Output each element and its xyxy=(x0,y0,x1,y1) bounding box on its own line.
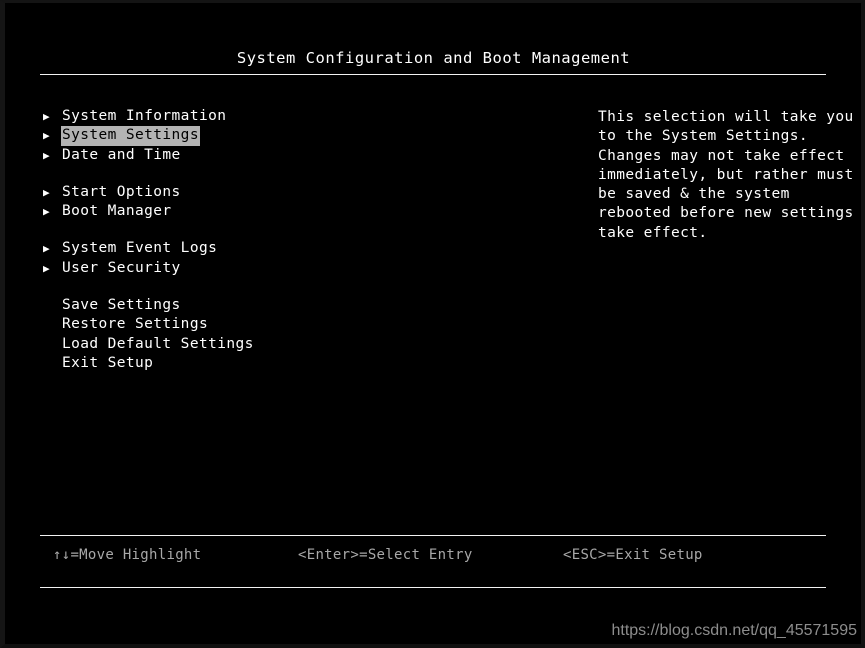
divider-footer-top xyxy=(40,535,826,536)
footer-hint-bar: ↑↓=Move Highlight <Enter>=Select Entry <ES… xyxy=(5,545,862,569)
page-title: System Configuration and Boot Management xyxy=(5,48,862,67)
help-text-line: This selection will take you xyxy=(598,109,854,125)
hint-move-highlight: ↑↓=Move Highlight xyxy=(53,547,202,563)
help-text-line: to the System Settings. xyxy=(598,128,808,145)
chevron-right-icon: ▶ xyxy=(43,261,50,275)
chevron-right-icon: ▶ xyxy=(43,110,50,123)
menu-item-boot-manager[interactable]: ▶ Boot Manager xyxy=(41,202,371,221)
menu-item-label: Boot Manager xyxy=(62,203,172,220)
menu-item-user-security[interactable]: ▶ User Security xyxy=(41,259,371,278)
main-menu: ▶ System Information ▶ System Settings ▶ Date… xyxy=(41,107,371,373)
watermark: https://blog.csdn.net/qq_45571595 xyxy=(611,622,857,639)
menu-group-spacer xyxy=(41,278,371,296)
menu-item-load-default-settings[interactable]: Load Default Settings xyxy=(41,335,371,354)
divider-footer-bottom xyxy=(40,587,826,588)
chevron-right-icon: ▶ xyxy=(43,185,50,199)
menu-item-label: System Event Logs xyxy=(62,240,218,257)
menu-item-date-and-time[interactable]: ▶ Date and Time xyxy=(41,146,371,165)
menu-item-exit-setup[interactable]: Exit Setup xyxy=(41,354,371,373)
help-text-line: Changes may not take effect xyxy=(598,147,845,164)
chevron-right-icon: ▶ xyxy=(43,242,50,256)
menu-group-spacer xyxy=(41,221,371,239)
menu-item-system-information[interactable]: ▶ System Information xyxy=(41,107,371,126)
help-text-line: be saved & the system xyxy=(598,186,790,203)
menu-item-label: System Information xyxy=(62,108,227,124)
menu-item-label: Date and Time xyxy=(62,146,181,163)
menu-item-label: Restore Settings xyxy=(62,316,209,333)
bios-screen-inner: System Configuration and Boot Management… xyxy=(5,3,861,644)
chevron-right-icon: ▶ xyxy=(43,148,50,162)
menu-item-system-settings[interactable]: ▶ System Settings xyxy=(41,126,371,146)
hint-select-entry: <Enter>=Select Entry xyxy=(298,547,473,563)
help-text-line: rebooted before new settings xyxy=(598,205,854,222)
menu-item-label: Save Settings xyxy=(62,297,181,314)
bios-setup-screen: System Configuration and Boot Management… xyxy=(0,0,865,648)
page-title-text: System Configuration and Boot Management xyxy=(236,49,631,67)
chevron-right-icon: ▶ xyxy=(43,205,50,219)
help-text-line: take effect. xyxy=(598,224,708,241)
hint-exit-setup: <ESC>=Exit Setup xyxy=(563,547,703,563)
menu-item-save-settings[interactable]: Save Settings xyxy=(41,296,371,315)
menu-item-label: Load Default Settings xyxy=(62,335,254,352)
menu-group-spacer xyxy=(41,165,371,183)
chevron-right-icon: ▶ xyxy=(43,129,50,143)
menu-item-label: System Settings xyxy=(61,126,200,146)
menu-item-label: User Security xyxy=(62,259,181,276)
menu-item-restore-settings[interactable]: Restore Settings xyxy=(41,315,371,334)
menu-item-label: Start Options xyxy=(62,183,181,200)
menu-item-system-event-logs[interactable]: ▶ System Event Logs xyxy=(41,239,371,258)
help-text-line: immediately, but rather must xyxy=(598,166,854,183)
help-panel: This selection will take you to the Syste… xyxy=(598,108,854,243)
divider-top xyxy=(40,74,826,75)
menu-item-label: Exit Setup xyxy=(62,354,154,371)
menu-item-start-options[interactable]: ▶ Start Options xyxy=(41,183,371,202)
